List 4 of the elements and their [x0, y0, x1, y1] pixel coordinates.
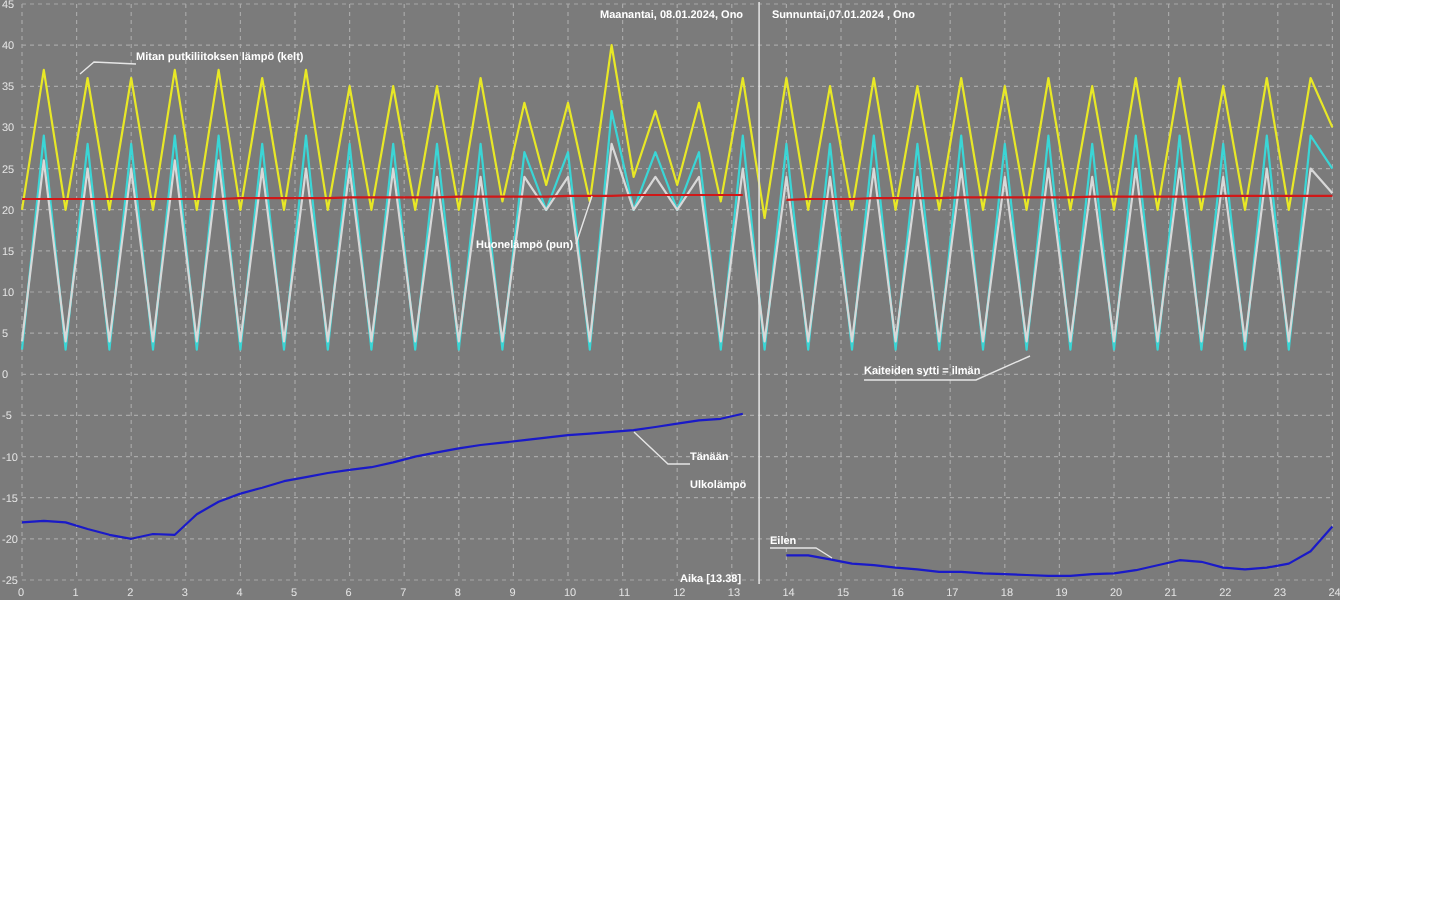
leader-line	[633, 431, 691, 465]
leader-line	[769, 547, 833, 559]
leader-line	[575, 195, 593, 245]
leader-line	[79, 61, 137, 75]
